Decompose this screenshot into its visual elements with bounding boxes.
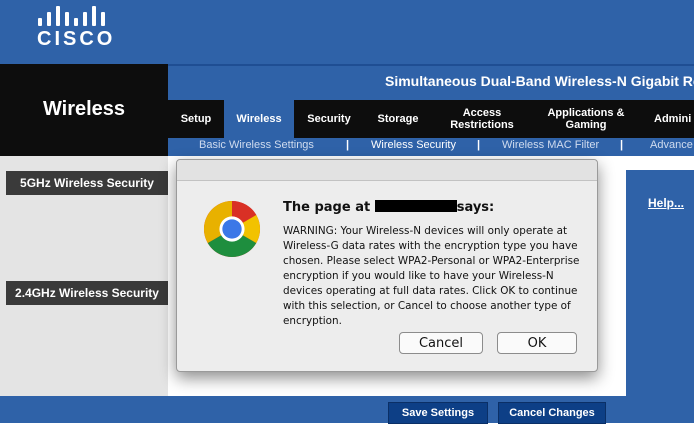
subnav-wireless-security[interactable]: Wireless Security bbox=[371, 139, 456, 151]
cancel-changes-button[interactable]: Cancel Changes bbox=[498, 402, 606, 424]
tab-wireless[interactable]: Wireless bbox=[224, 100, 294, 138]
subnav-basic-wireless-settings[interactable]: Basic Wireless Settings bbox=[199, 139, 314, 151]
subnav-advanced[interactable]: Advance bbox=[650, 139, 693, 151]
subnav-separator: | bbox=[620, 139, 624, 151]
dialog-cancel-button[interactable]: Cancel bbox=[399, 332, 483, 354]
tab-setup[interactable]: Setup bbox=[170, 100, 222, 138]
cisco-logo-bars-icon bbox=[38, 6, 110, 26]
dialog-title-strip bbox=[177, 160, 597, 181]
dialog-title-prefix: The page at bbox=[283, 200, 371, 215]
subnav-separator: | bbox=[346, 139, 350, 151]
subnav-wireless-mac-filter[interactable]: Wireless MAC Filter bbox=[502, 139, 599, 151]
chrome-icon bbox=[203, 200, 261, 258]
cisco-logo-text: CISCO bbox=[37, 28, 116, 50]
dialog-title-suffix: says: bbox=[456, 200, 495, 215]
tab-administration[interactable]: Admini bbox=[644, 100, 694, 138]
cisco-logo: CISCO bbox=[37, 6, 118, 52]
alert-dialog: The page at says: WARNING: Your Wireless… bbox=[176, 159, 598, 372]
tab-applications-gaming[interactable]: Applications & Gaming bbox=[532, 100, 640, 138]
subnav-separator: | bbox=[477, 139, 481, 151]
redacted-url bbox=[374, 200, 457, 212]
dialog-ok-button[interactable]: OK bbox=[497, 332, 577, 354]
help-link[interactable]: Help... bbox=[648, 196, 684, 210]
page-title: Wireless bbox=[42, 98, 126, 120]
tab-access-restrictions[interactable]: Access Restrictions bbox=[434, 100, 530, 138]
section-label-2ghz: 2.4GHz Wireless Security bbox=[6, 281, 168, 305]
tab-storage[interactable]: Storage bbox=[364, 100, 432, 138]
save-settings-button[interactable]: Save Settings bbox=[388, 402, 488, 424]
dialog-message: WARNING: Your Wireless-N devices will on… bbox=[283, 225, 580, 327]
tab-security[interactable]: Security bbox=[296, 100, 362, 138]
product-name: Simultaneous Dual-Band Wireless-N Gigabi… bbox=[385, 73, 694, 89]
section-label-5ghz: 5GHz Wireless Security bbox=[6, 171, 168, 195]
dialog-title: The page at says: bbox=[283, 200, 494, 215]
